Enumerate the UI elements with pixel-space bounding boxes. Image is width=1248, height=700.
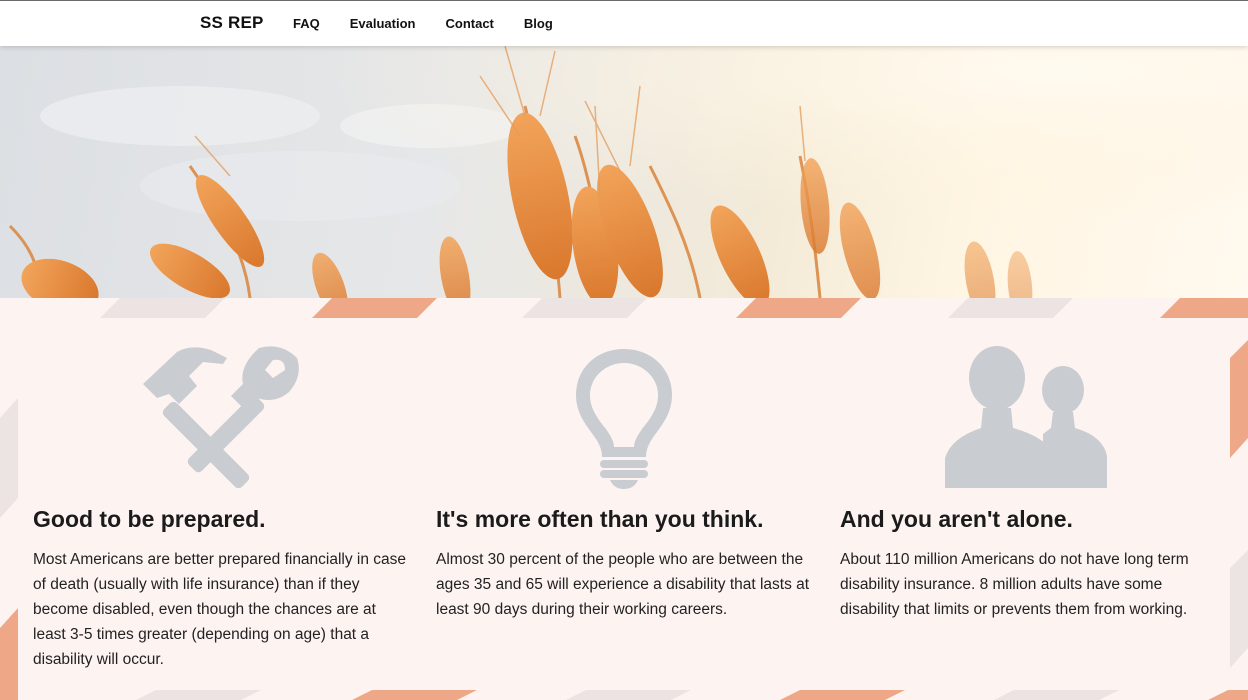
hammer-wrench-icon	[143, 346, 299, 489]
top-navigation: SS REP FAQ Evaluation Contact Blog	[0, 0, 1248, 46]
wheat-field-illustration	[0, 46, 1248, 298]
feature-title: And you aren't alone.	[840, 506, 1073, 532]
users-icon	[945, 346, 1107, 488]
hero-wheat-image	[0, 46, 1248, 298]
nav-links: FAQ Evaluation Contact Blog	[293, 16, 583, 31]
lightbulb-icon	[576, 349, 672, 489]
feature-title: Good to be prepared.	[33, 506, 266, 532]
brand-logo[interactable]: SS REP	[200, 13, 264, 33]
feature-body: About 110 million Americans do not have …	[840, 551, 1189, 618]
feature-title: It's more often than you think.	[436, 506, 764, 532]
nav-link-contact[interactable]: Contact	[445, 16, 493, 31]
nav-link-blog[interactable]: Blog	[524, 16, 553, 31]
nav-link-evaluation[interactable]: Evaluation	[350, 16, 416, 31]
feature-body: Most Americans are better prepared finan…	[33, 551, 407, 668]
nav-link-faq[interactable]: FAQ	[293, 16, 320, 31]
feature-body: Almost 30 percent of the people who are …	[436, 551, 810, 618]
